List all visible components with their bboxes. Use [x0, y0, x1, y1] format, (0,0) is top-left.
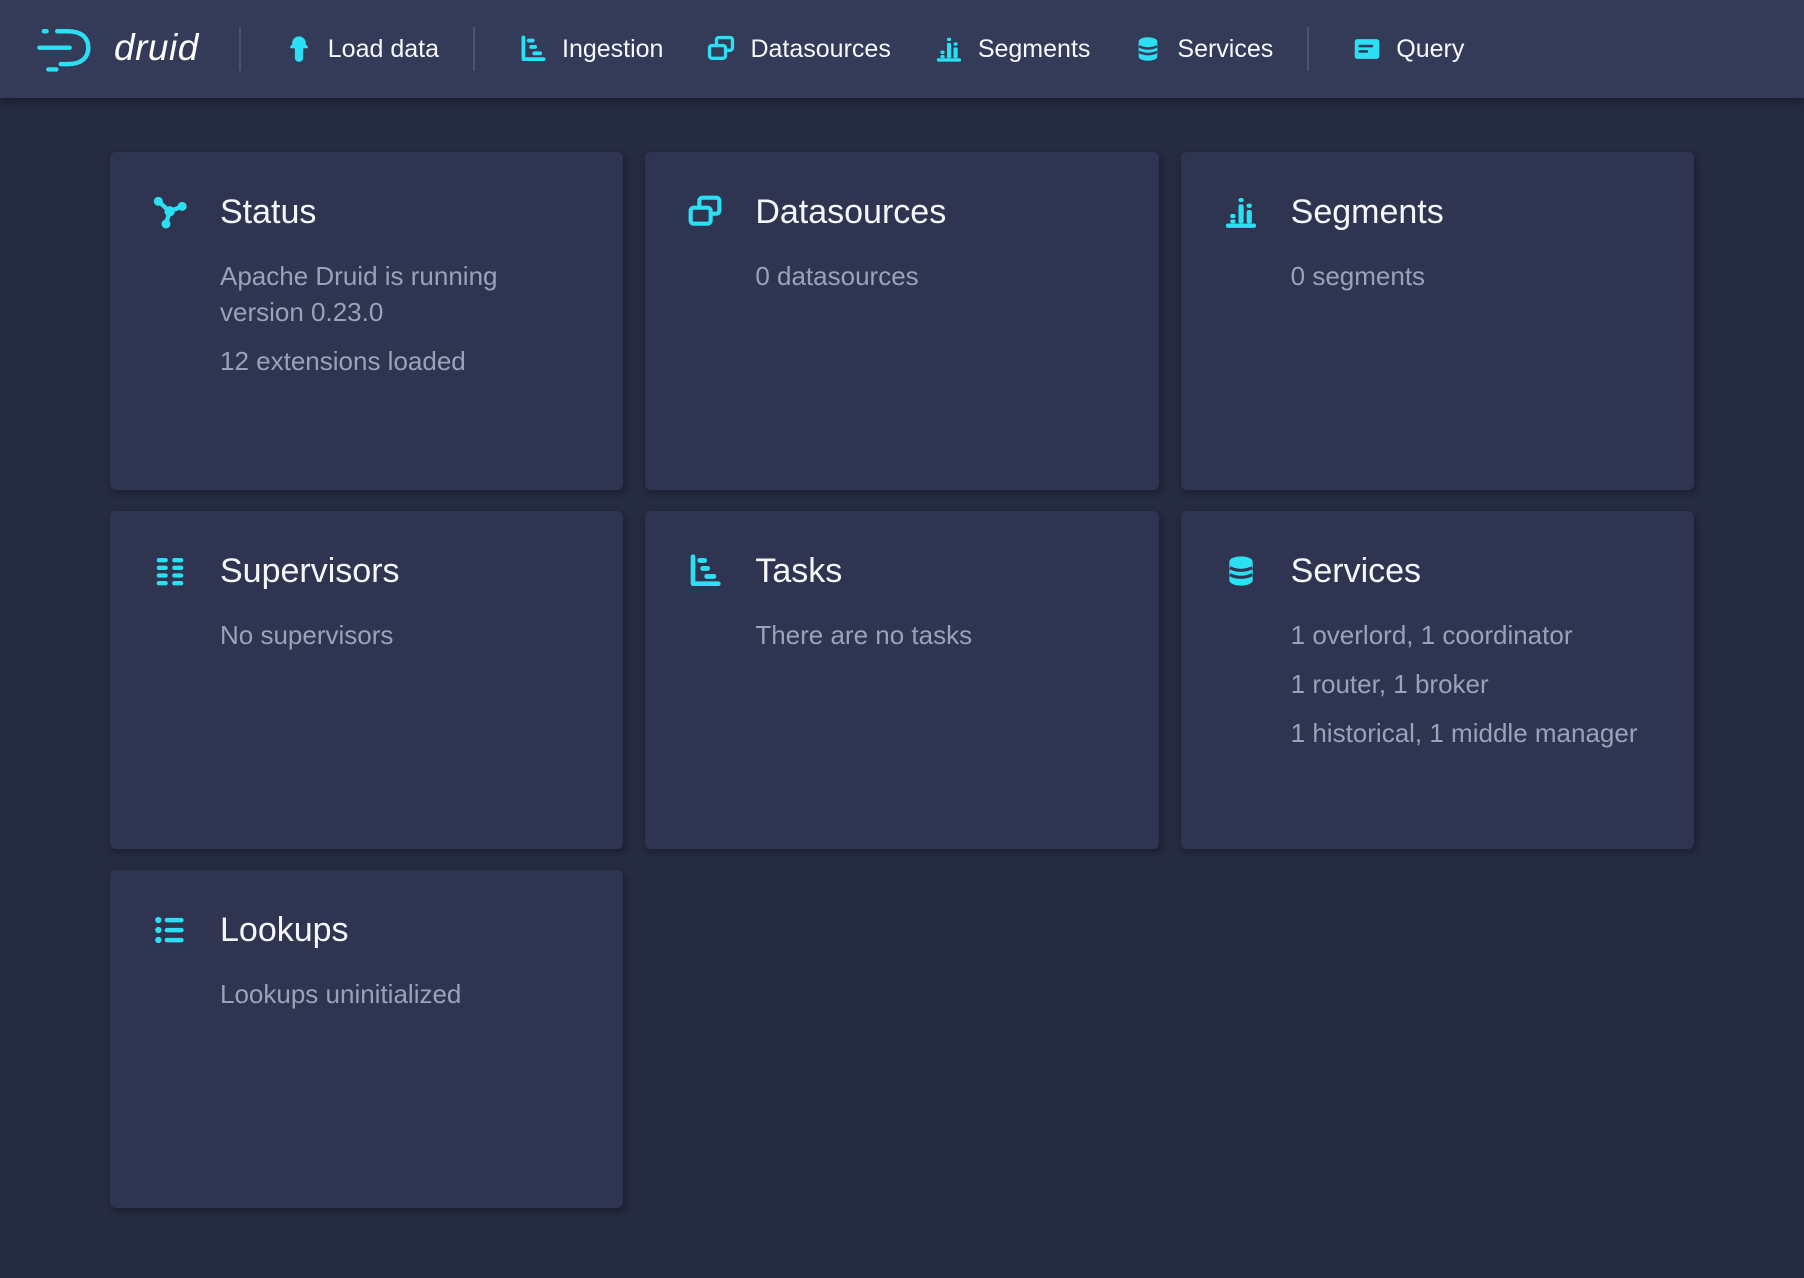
gantt-chart-icon — [517, 33, 549, 65]
stacked-panels-icon — [685, 192, 725, 232]
datasources-count-text: 0 datasources — [755, 258, 1113, 294]
segments-count-text: 0 segments — [1291, 258, 1649, 294]
supervisors-card[interactable]: Supervisors No supervisors — [110, 511, 623, 849]
lookups-status-text: Lookups uninitialized — [220, 976, 578, 1012]
druid-logo-icon — [35, 25, 99, 73]
navbar-item-services[interactable]: Services — [1132, 33, 1273, 65]
navbar-divider — [473, 27, 475, 71]
navbar-item-datasources[interactable]: Datasources — [705, 33, 890, 65]
segments-card[interactable]: Segments 0 segments — [1181, 152, 1694, 490]
services-line-2: 1 router, 1 broker — [1291, 666, 1649, 702]
services-line-1: 1 overlord, 1 coordinator — [1291, 617, 1649, 653]
navbar-item-ingestion[interactable]: Ingestion — [517, 33, 663, 65]
card-title: Status — [220, 192, 316, 232]
card-title: Tasks — [755, 551, 842, 591]
navbar-divider — [1307, 27, 1309, 71]
status-running-text: Apache Druid is running version 0.23.0 — [220, 258, 578, 330]
bullet-list-icon — [150, 910, 190, 950]
card-title: Segments — [1291, 192, 1444, 232]
gantt-chart-icon — [685, 551, 725, 591]
tasks-card[interactable]: Tasks There are no tasks — [645, 511, 1158, 849]
list-columns-icon — [150, 551, 190, 591]
top-navbar: druid Load data Ingestion Datasources Se… — [0, 0, 1804, 98]
status-card[interactable]: Status Apache Druid is running version 0… — [110, 152, 623, 490]
navbar-item-segments[interactable]: Segments — [933, 33, 1091, 65]
database-icon — [1221, 551, 1261, 591]
bar-chart-icon — [1221, 192, 1261, 232]
services-line-3: 1 historical, 1 middle manager — [1291, 715, 1649, 751]
lookups-card[interactable]: Lookups Lookups uninitialized — [110, 870, 623, 1208]
supervisors-count-text: No supervisors — [220, 617, 578, 653]
tasks-count-text: There are no tasks — [755, 617, 1113, 653]
status-extensions-text: 12 extensions loaded — [220, 343, 578, 379]
datasources-card[interactable]: Datasources 0 datasources — [645, 152, 1158, 490]
navbar-item-query[interactable]: Query — [1351, 33, 1464, 65]
navbar-divider — [239, 27, 241, 71]
database-icon — [1132, 33, 1164, 65]
upload-icon — [283, 33, 315, 65]
navbar-item-load-data[interactable]: Load data — [283, 33, 439, 65]
stacked-panels-icon — [705, 33, 737, 65]
card-title: Lookups — [220, 910, 349, 950]
druid-logo[interactable]: druid — [35, 25, 205, 73]
card-title: Datasources — [755, 192, 946, 232]
graph-icon — [150, 192, 190, 232]
services-card[interactable]: Services 1 overlord, 1 coordinator 1 rou… — [1181, 511, 1694, 849]
card-title: Services — [1291, 551, 1421, 591]
card-title: Supervisors — [220, 551, 400, 591]
druid-wordmark: druid — [114, 29, 205, 66]
console-icon — [1351, 33, 1383, 65]
home-cards-grid: Status Apache Druid is running version 0… — [110, 152, 1694, 1208]
bar-chart-icon — [933, 33, 965, 65]
